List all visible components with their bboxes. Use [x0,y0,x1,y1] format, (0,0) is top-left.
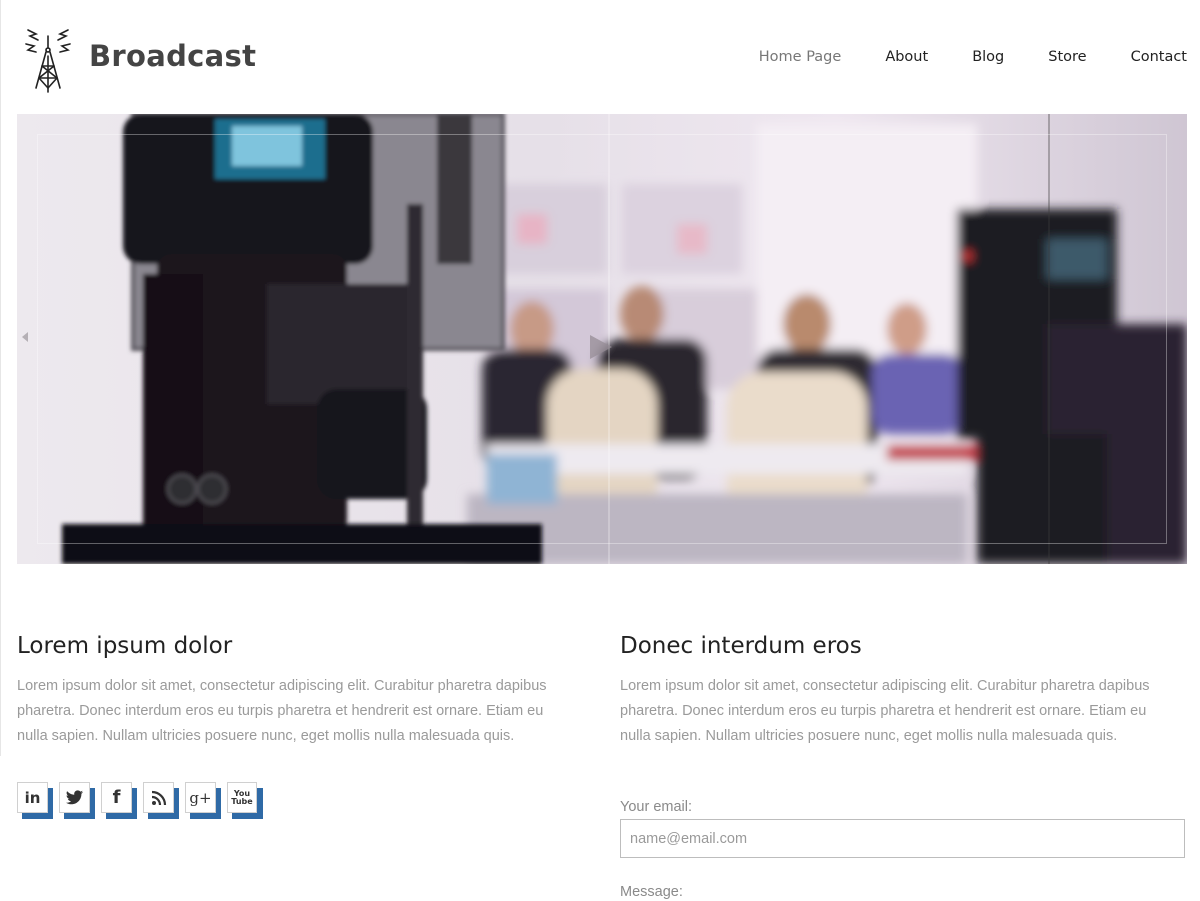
message-label: Message: [620,884,683,900]
nav-item-contact[interactable]: Contact [1131,46,1187,68]
rss-icon[interactable] [143,782,179,819]
email-label: Your email: [620,799,693,815]
column-title-left: Lorem ipsum dolor [17,633,233,659]
page-left-border [0,0,1,756]
column-title-right: Donec interdum eros [620,633,862,659]
brand-name[interactable]: Broadcast [89,36,256,76]
nav-item-home[interactable]: Home Page [759,46,842,68]
facebook-icon[interactable]: f [101,782,137,819]
nav-item-blog[interactable]: Blog [972,46,1004,68]
nav-item-store[interactable]: Store [1048,46,1086,68]
column-text-right: Lorem ipsum dolor sit amet, consectetur … [620,678,1150,744]
twitter-icon[interactable] [59,782,95,819]
social-links: in f g+ You Tube [17,782,269,819]
column-text-left: Lorem ipsum dolor sit amet, consectetur … [17,678,547,744]
nav-item-about[interactable]: About [885,46,928,68]
hero-slider[interactable] [17,114,1187,564]
google-plus-icon[interactable]: g+ [185,782,221,819]
radio-tower-logo-icon[interactable] [24,26,72,94]
slider-play-icon[interactable] [590,335,612,359]
main-nav: Home Page About Blog Store Contact [715,46,1187,68]
youtube-icon[interactable]: You Tube [227,782,263,819]
slider-prev-arrow-icon[interactable] [22,332,28,342]
email-field[interactable] [620,819,1185,858]
linkedin-icon[interactable]: in [17,782,53,819]
